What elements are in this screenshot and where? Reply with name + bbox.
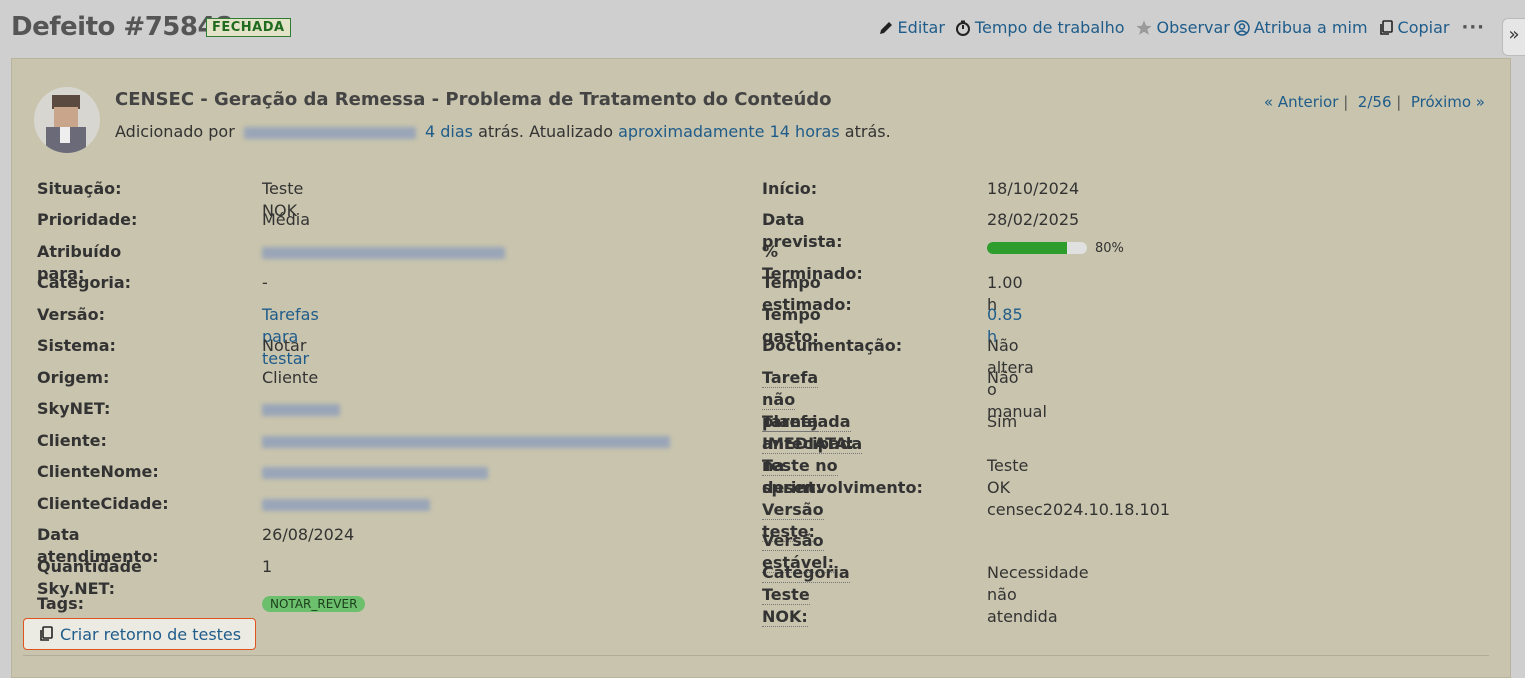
field-label: ClienteCidade: <box>37 494 169 513</box>
page-title: Defeito #75848 <box>11 12 233 42</box>
author-avatar <box>34 87 100 153</box>
updated-suffix: atrás. <box>844 122 891 141</box>
added-by-prefix: Adicionado por <box>115 122 235 141</box>
copy-icon <box>1379 19 1393 35</box>
unplanned-task-value: Não <box>987 368 1019 387</box>
label-line: desenvolvimento: <box>762 478 923 497</box>
skynet-quantity-value: 1 <box>262 557 273 576</box>
copy-label: Copiar <box>1397 18 1450 37</box>
next-issue-link[interactable]: Próximo » <box>1411 93 1485 111</box>
due-date-value: 28/02/2025 <box>987 210 1080 229</box>
label-text: Categoria Teste NOK: <box>762 563 850 627</box>
system-value: Notar <box>262 336 307 355</box>
field-label: ClienteNome: <box>37 462 159 481</box>
status-badge: FECHADA <box>206 18 291 37</box>
field-label: Categoria: <box>37 273 132 292</box>
issue-details-panel: CENSEC - Geração da Remessa - Problema d… <box>11 58 1511 678</box>
sidebar-toggle-button[interactable]: » <box>1502 18 1525 56</box>
section-divider <box>23 655 1489 656</box>
assignee-value-redacted[interactable] <box>262 241 505 263</box>
time-tracking-button[interactable]: Tempo de trabalho <box>955 18 1125 37</box>
client-city-value-redacted <box>262 493 430 515</box>
create-test-return-label: Criar retorno de testes <box>60 624 242 644</box>
added-suffix: atrás. Atualizado <box>478 122 613 141</box>
test-version-value: censec2024.10.18.101 <box>987 500 1170 519</box>
issue-subject: CENSEC - Geração da Remessa - Problema d… <box>115 89 832 110</box>
field-label: Documentação: <box>762 336 903 355</box>
contextual-actions: Editar Tempo de trabalho Observar Atribu… <box>868 17 1485 38</box>
time-tracking-label: Tempo de trabalho <box>974 18 1125 37</box>
issue-position-link[interactable]: 2/56 <box>1358 93 1392 111</box>
skynet-value-redacted <box>262 398 340 420</box>
added-ago-link[interactable]: 4 dias <box>425 122 473 141</box>
dev-test-value: Teste OK <box>987 456 1029 497</box>
issue-pagination: « Anterior | 2/56 | Próximo » <box>1264 93 1485 111</box>
previous-issue-link[interactable]: « Anterior <box>1264 93 1339 111</box>
field-label: Prioridade: <box>37 210 138 229</box>
stopwatch-icon <box>955 20 970 36</box>
test-nok-category-value: Necessidade não atendida <box>987 563 1089 626</box>
field-label: Início: <box>762 179 818 198</box>
progress-fill <box>987 242 1067 254</box>
label-line: Teste no <box>762 456 838 476</box>
nav-separator: | <box>1343 93 1349 111</box>
create-test-return-button[interactable]: Criar retorno de testes <box>23 618 257 650</box>
done-percent-value: 80% <box>1095 241 1124 256</box>
user-circle-icon <box>1234 19 1250 36</box>
field-label: Cliente: <box>37 431 107 450</box>
copy-icon <box>40 626 53 641</box>
updated-ago-link[interactable]: aproximadamente 14 horas <box>618 122 840 141</box>
client-name-value-redacted <box>262 461 488 483</box>
category-value: - <box>262 273 268 292</box>
author-name-redacted[interactable] <box>243 126 416 139</box>
tag-badge[interactable]: NOTAR_REVER <box>262 596 366 612</box>
field-label: Versão: <box>37 305 105 324</box>
field-label: Situação: <box>37 179 122 198</box>
field-label: Origem: <box>37 368 110 387</box>
field-label: SkyNET: <box>37 399 111 418</box>
start-date-value: 18/10/2024 <box>987 179 1080 198</box>
assign-to-me-label: Atribua a mim <box>1253 18 1368 37</box>
issue-header: Defeito #75848 FECHADA Editar Tempo de t… <box>0 0 1525 58</box>
field-label: Tags: <box>37 594 85 613</box>
field-label: Sistema: <box>37 336 116 355</box>
client-value-redacted <box>262 430 670 452</box>
nav-separator: | <box>1396 93 1402 111</box>
pencil-icon <box>879 21 892 34</box>
priority-value: Média <box>262 210 311 229</box>
field-label: Categoria Teste NOK: <box>762 562 850 628</box>
more-actions-icon[interactable]: ··· <box>1461 17 1485 38</box>
anticipated-task-value: Sim <box>987 412 1018 431</box>
watch-button[interactable]: Observar <box>1135 18 1230 37</box>
star-icon <box>1136 20 1152 35</box>
copy-button[interactable]: Copiar <box>1378 18 1450 37</box>
done-progress-bar <box>987 242 1087 254</box>
edit-label: Editar <box>897 18 945 37</box>
watch-label: Observar <box>1156 18 1230 37</box>
issue-author-line: Adicionado por 4 dias atrás. Atualizado … <box>115 122 891 141</box>
service-date-value: 26/08/2024 <box>262 525 355 544</box>
field-label: Teste no desenvolvimento: <box>762 455 923 499</box>
edit-button[interactable]: Editar <box>878 18 945 37</box>
origin-value: Cliente <box>262 368 319 387</box>
assign-to-me-button[interactable]: Atribua a mim <box>1234 18 1368 37</box>
